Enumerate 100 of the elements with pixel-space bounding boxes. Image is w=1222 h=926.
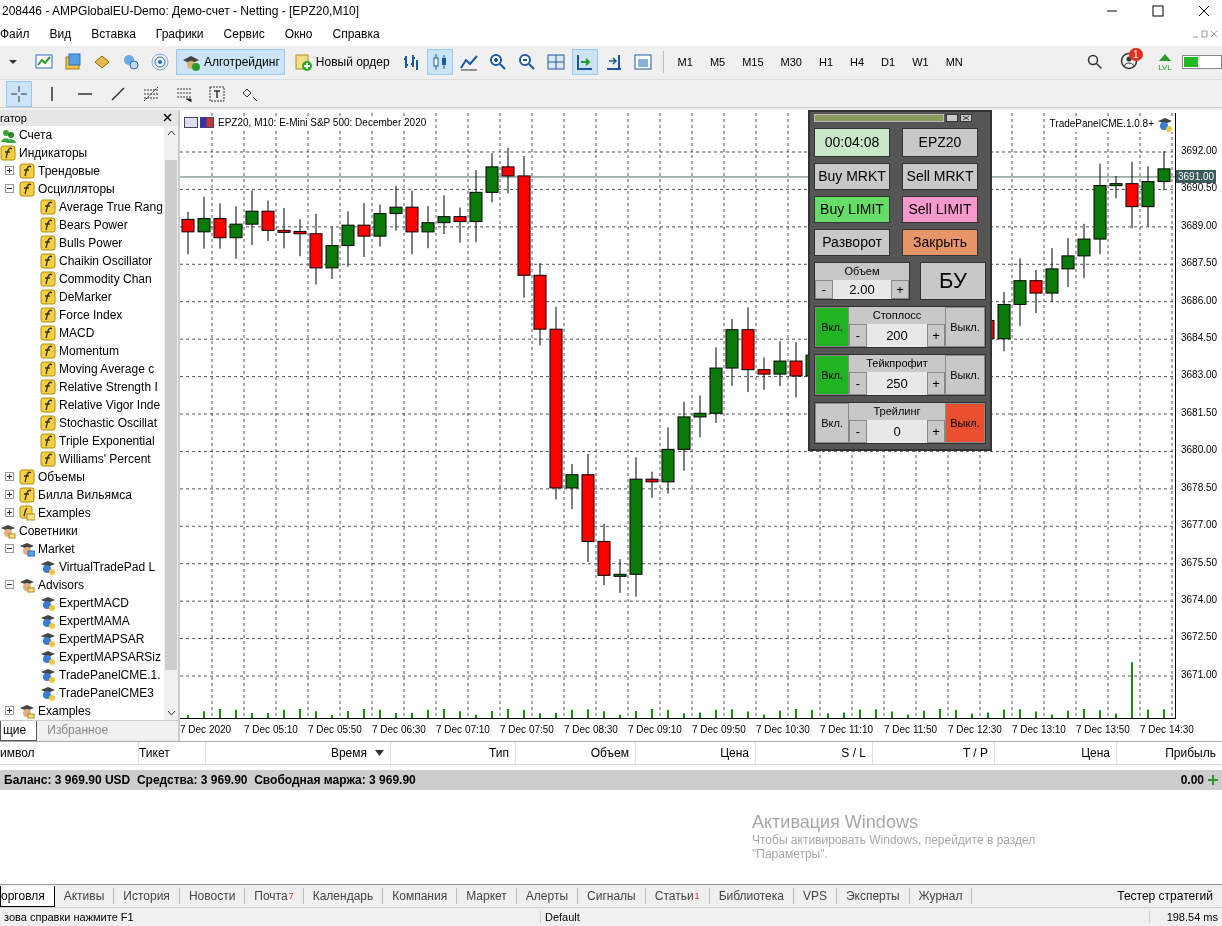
menu-item[interactable]: Вид [40,26,83,41]
tree-item[interactable]: Советники [19,523,78,538]
column-header[interactable]: Объем [516,741,636,764]
tester-tab[interactable]: Тестер стратегий [1108,888,1222,905]
tree-item[interactable]: TradePanelCME3 [59,685,154,700]
tree-item[interactable]: ExpertMACD [59,595,129,610]
minimize-icon[interactable] [946,113,958,122]
tree-item[interactable]: Moving Average c [59,361,155,376]
panel-tab[interactable]: VPS [793,888,837,905]
tree-item[interactable]: Трендовые [38,163,100,178]
column-header[interactable]: Цена [995,741,1117,764]
decrease-button[interactable]: - [815,279,833,299]
menu-item[interactable]: Сервис [214,26,276,41]
tree-item[interactable]: Triple Exponential [59,433,155,448]
tree-item[interactable]: Market [38,541,75,556]
crosshair-icon[interactable] [6,80,32,107]
value-field[interactable]: 250 [867,371,927,395]
menu-item[interactable]: Справка [323,26,391,41]
expander-icon[interactable] [5,472,14,482]
trade-button[interactable]: Buy MRKT [814,162,890,190]
timeframe-button[interactable]: M30 [773,56,809,69]
tree-item[interactable]: ExpertMAPSARSiz [59,649,162,664]
timeframe-button[interactable]: H4 [843,56,872,69]
panel-tab[interactable]: Календарь [303,888,384,905]
decrease-button[interactable]: - [849,371,867,395]
timeframe-button[interactable]: M5 [702,56,733,69]
panel-drag-bar[interactable] [814,113,944,122]
enable-button[interactable]: Вкл. [815,402,849,443]
close-icon[interactable] [163,113,172,123]
panel-tab[interactable]: Алерты [516,888,579,905]
column-header[interactable]: Прибыль [1117,741,1222,764]
decrease-button[interactable]: - [849,323,867,347]
expander-icon[interactable] [5,544,14,554]
timeframe-button[interactable]: MN [938,56,970,69]
trade-button[interactable]: Sell MRKT [902,162,978,190]
tree-item[interactable]: Stochastic Oscillat [59,415,158,430]
panel-tab[interactable]: История [114,888,180,905]
menu-item[interactable]: Окно [275,26,324,41]
scrollbar[interactable] [164,125,178,720]
tree-item[interactable]: Force Index [59,307,123,322]
toolbar-button[interactable]: Новый ордер [287,49,395,76]
tree-item[interactable]: Williams' Percent [59,451,151,466]
panel-tab[interactable]: Сигналы [578,888,646,905]
column-header[interactable]: S / L [756,741,873,764]
disable-button[interactable]: Выкл. [945,354,985,395]
menu-item[interactable]: Графики [146,26,215,41]
expander-icon[interactable] [5,166,14,176]
volume-field[interactable]: 2.00 [833,279,891,299]
tree-item[interactable]: VirtualTradePad L [59,559,156,574]
tree-item[interactable]: Advisors [38,577,84,592]
candles-icon[interactable] [426,49,453,76]
expander-icon[interactable] [5,490,14,500]
tree-item[interactable]: Осцилляторы [38,181,115,196]
maximize-icon[interactable] [1152,4,1164,17]
menu-item[interactable]: Файл [0,26,41,41]
tree-item[interactable]: Relative Vigor Inde [59,397,161,412]
disable-button[interactable]: Выкл. [945,306,985,347]
autoscroll-icon[interactable] [571,49,598,76]
panel-tab[interactable]: Маркет [457,888,517,905]
value-field[interactable]: 200 [867,323,927,347]
panel-tab[interactable]: Журнал [909,888,973,905]
tree-item[interactable]: ExpertMAMA [59,613,130,628]
tree-item[interactable]: Bears Power [59,217,128,232]
tree-item[interactable]: Билла Вильямса [38,487,132,502]
tree-item[interactable]: Bulls Power [59,235,123,250]
panel-tab[interactable]: Активы [54,888,115,905]
breakeven-button[interactable]: БУ [920,261,986,300]
timeframe-button[interactable]: W1 [905,56,936,69]
scroll-down-icon[interactable] [166,709,176,716]
toolbar-button[interactable]: Алготрейдинг [176,49,285,76]
column-header[interactable]: Тип [391,741,516,764]
column-header[interactable]: T / P [873,741,995,764]
tree-item[interactable]: Momentum [59,343,120,358]
menu-item[interactable]: Вставка [82,26,147,41]
column-header[interactable]: Тикет [139,741,206,764]
panel-tab[interactable]: орговля [0,885,55,907]
tree-item[interactable]: Examples [38,505,91,520]
tree-item[interactable]: Examples [38,703,91,718]
increase-button[interactable]: + [927,371,945,395]
increase-button[interactable]: + [927,419,945,443]
trade-button[interactable]: Sell LIMIT [902,195,978,223]
column-header[interactable]: Время [206,741,391,764]
increase-button[interactable]: + [891,279,909,299]
timeframe-button[interactable]: M1 [670,56,700,69]
expander-icon[interactable] [5,508,14,518]
tree-item[interactable]: Relative Strength I [59,379,158,394]
enable-button[interactable]: Вкл. [815,354,849,395]
expander-icon[interactable] [5,580,14,590]
panel-tab[interactable]: Эксперты [836,888,910,905]
disable-button[interactable]: Выкл. [945,402,985,443]
tree-item[interactable]: Chaikin Oscillator [59,253,153,268]
expander-icon[interactable] [5,706,14,716]
tree-item[interactable]: TradePanelCME.1. [59,667,161,682]
enable-button[interactable]: Вкл. [815,306,849,347]
navigator-tab[interactable]: щие [0,720,38,741]
search-icon[interactable] [1087,54,1103,71]
close-icon[interactable] [960,113,972,122]
tree-item[interactable]: MACD [59,325,95,340]
user-icon[interactable] [1120,51,1138,70]
panel-tab[interactable]: Библиотека [709,888,794,905]
